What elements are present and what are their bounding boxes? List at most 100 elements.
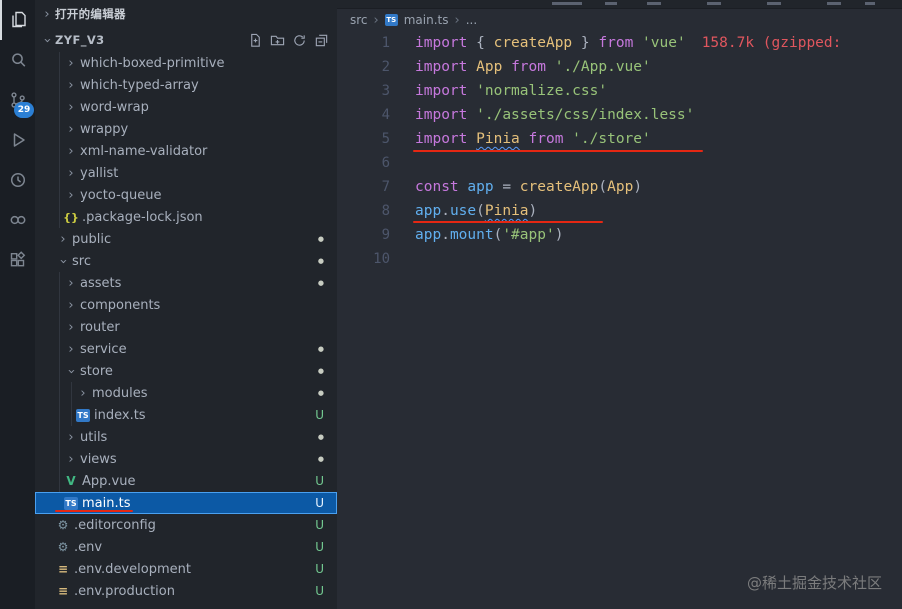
tree-item-.env.development[interactable]: ≡ .env.development U [35, 558, 337, 580]
tree-item-label: .env.production [74, 583, 175, 599]
refresh-icon[interactable] [291, 32, 308, 49]
chevron-right-icon: › [68, 341, 74, 357]
tree-item-which-boxed-primitive[interactable]: › which-boxed-primitive [35, 52, 337, 74]
tree-item-.editorconfig[interactable]: ⚙ .editorconfig U [35, 514, 337, 536]
tree-item-label: wrappy [80, 121, 129, 137]
tree-item-components[interactable]: › components [35, 294, 337, 316]
code-token: } [572, 35, 599, 51]
source-control-icon[interactable]: 29 [0, 80, 35, 120]
code-line-text: import { createApp } from 'vue' 158.7k (g… [390, 35, 850, 51]
tree-item-label: store [80, 363, 113, 379]
tree-item-label: views [80, 451, 117, 467]
remote-icon[interactable] [0, 200, 35, 240]
line-number: 9 [381, 227, 390, 243]
code-line-5[interactable]: 5 import Pinia from './store' [337, 127, 902, 151]
tree-item-views[interactable]: › views ● [35, 448, 337, 470]
gear-icon: ⚙ [57, 518, 69, 532]
tree-item-service[interactable]: › service ● [35, 338, 337, 360]
code-line-2[interactable]: 2 import App from './App.vue' [337, 55, 902, 79]
code-line-10[interactable]: 10 [337, 247, 902, 271]
chevron-down-icon: › [55, 258, 71, 264]
history-icon[interactable] [0, 160, 35, 200]
line-number: 3 [381, 83, 390, 99]
tree-item-utils[interactable]: › utils ● [35, 426, 337, 448]
code-token: Pinia [484, 203, 529, 219]
tree-item-label: router [80, 319, 120, 335]
open-editors-header[interactable]: › 打开的编辑器 [35, 0, 337, 28]
tree-item-index.ts[interactable]: TS index.ts U [35, 404, 337, 426]
tree-item-gutter: U [315, 562, 337, 576]
code-line-7[interactable]: 7 const app = createApp(App) [337, 175, 902, 199]
breadcrumb: src › TS main.ts › ... [337, 9, 902, 31]
tree-item-gutter: ● [318, 257, 337, 265]
open-editors-label: 打开的编辑器 [55, 7, 126, 21]
tree-item-public[interactable]: › public ● [35, 228, 337, 250]
project-section-header[interactable]: › ZYF_V3 [35, 28, 337, 52]
tree-item-gutter: U [315, 474, 337, 488]
tree-item-which-typed-array[interactable]: › which-typed-array [35, 74, 337, 96]
tree-item-.package-lock.json[interactable]: {} .package-lock.json [35, 206, 337, 228]
code-line-4[interactable]: 4 import './assets/css/index.less' [337, 103, 902, 127]
chevron-right-icon: › [68, 99, 74, 115]
code-line-8[interactable]: 8 app.use(Pinia) [337, 199, 902, 223]
tree-item-.env[interactable]: ⚙ .env U [35, 536, 337, 558]
chevron-right-icon: › [68, 143, 74, 159]
tree-item-modules[interactable]: › modules ● [35, 382, 337, 404]
code-token: '#app' [502, 227, 555, 243]
tree-item-yallist[interactable]: › yallist [35, 162, 337, 184]
tree-item-store[interactable]: › store ● [35, 360, 337, 382]
tree-item-.env.production[interactable]: ≡ .env.production U [35, 580, 337, 602]
sliders-icon: ≡ [57, 584, 69, 598]
tree-item-yocto-queue[interactable]: › yocto-queue [35, 184, 337, 206]
code-token: ) [554, 227, 564, 243]
code-line-9[interactable]: 9 app.mount('#app') [337, 223, 902, 247]
code-line-1[interactable]: 1 import { createApp } from 'vue' 158.7k (… [337, 31, 902, 55]
tree-item-assets[interactable]: › assets ● [35, 272, 337, 294]
tab-top-fragment [605, 2, 617, 5]
tree-item-gutter: ● [318, 389, 337, 397]
tree-item-label: components [80, 297, 161, 313]
watermark: @稀土掘金技术社区 [746, 574, 882, 592]
typescript-icon: TS [64, 496, 78, 510]
breadcrumb-item-file[interactable]: main.ts [404, 13, 449, 27]
line-number: 7 [381, 179, 390, 195]
explorer-icon[interactable] [0, 0, 35, 40]
code-token: createApp [519, 179, 599, 195]
search-icon[interactable] [0, 40, 35, 80]
code-line-3[interactable]: 3 import 'normalize.css' [337, 79, 902, 103]
breadcrumb-item-more[interactable]: ... [466, 13, 477, 27]
tree-item-gutter: ● [318, 433, 337, 441]
run-debug-icon[interactable] [0, 120, 35, 160]
tree-item-src[interactable]: › src ● [35, 250, 337, 272]
modified-dot: ● [317, 278, 324, 287]
tree-item-word-wrap[interactable]: › word-wrap [35, 96, 337, 118]
tree-item-router[interactable]: › router [35, 316, 337, 338]
tree-item-label: main.ts [82, 495, 131, 511]
tree-item-xml-name-validator[interactable]: › xml-name-validator [35, 140, 337, 162]
code-token: App [607, 179, 634, 195]
tree-item-label: .env.development [74, 561, 191, 577]
collapse-all-icon[interactable] [313, 32, 330, 49]
tree-item-wrappy[interactable]: › wrappy [35, 118, 337, 140]
tree-item-label: xml-name-validator [80, 143, 208, 159]
tree-item-App.vue[interactable]: V App.vue U [35, 470, 337, 492]
tab-bar-strip[interactable] [337, 0, 902, 9]
code-token: './assets/css/index.less' [476, 107, 695, 123]
breadcrumb-item-src[interactable]: src [350, 13, 368, 27]
tree-item-gutter: ● [318, 455, 337, 463]
extensions-icon[interactable] [0, 240, 35, 280]
new-folder-icon[interactable] [269, 32, 286, 49]
new-file-icon[interactable] [247, 32, 264, 49]
chevron-down-icon: › [63, 368, 79, 374]
tree-item-label: .env [74, 539, 103, 555]
typescript-icon: TS [384, 14, 398, 26]
chevron-down-icon: › [39, 37, 55, 43]
code-line-text: app.mount('#app') [390, 227, 563, 243]
code-line-6[interactable]: 6 [337, 151, 902, 175]
